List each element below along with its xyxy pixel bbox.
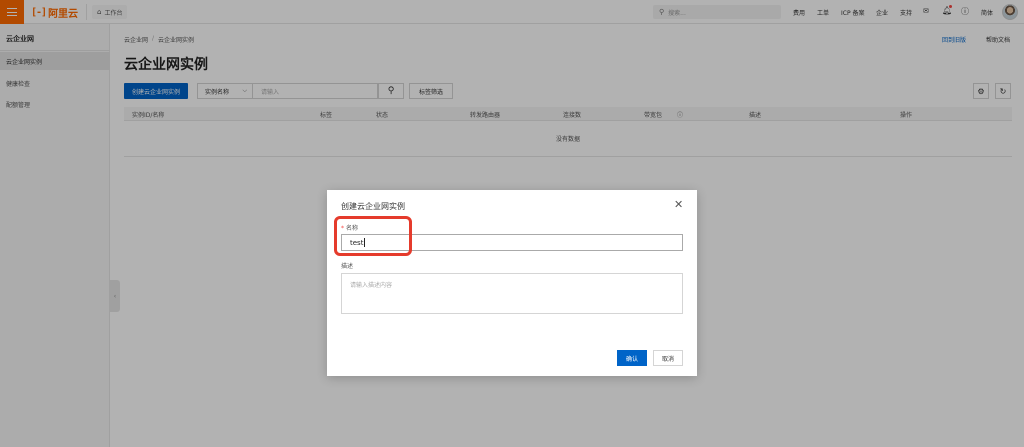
confirm-button[interactable]: 确认 [617, 350, 647, 366]
dialog-title: 创建云企业网实例 [341, 202, 405, 211]
close-icon[interactable]: ✕ [674, 199, 683, 210]
desc-placeholder: 请输入描述内容 [350, 282, 393, 289]
desc-field-label: 描述 [341, 263, 354, 270]
annotation-highlight [334, 216, 412, 256]
description-textarea[interactable]: 请输入描述内容 [341, 273, 683, 314]
cancel-button[interactable]: 取消 [653, 350, 683, 366]
